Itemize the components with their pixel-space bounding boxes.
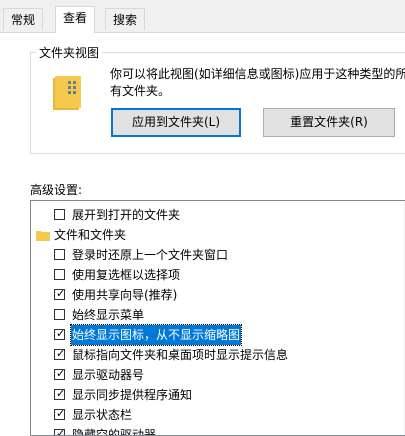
checkmark-icon: ✓ bbox=[56, 287, 66, 300]
folder-icon bbox=[53, 76, 81, 110]
folder-icon bbox=[36, 231, 50, 241]
checkmark-icon: ✓ bbox=[56, 407, 66, 420]
list-item[interactable]: 使用复选框以选择项 bbox=[31, 265, 403, 285]
checkmark-icon: ✓ bbox=[56, 427, 66, 436]
list-item-folder: 文件和文件夹 bbox=[31, 225, 403, 245]
list-item[interactable]: ✓ 显示同步提供程序通知 bbox=[31, 385, 403, 405]
checkmark-icon: ✓ bbox=[56, 367, 66, 380]
reset-folders-button[interactable]: 重置文件夹(R) bbox=[263, 108, 395, 137]
checkbox-checked[interactable]: ✓ bbox=[54, 407, 66, 420]
folder-views-title: 文件夹视图 bbox=[36, 44, 103, 61]
checkbox[interactable] bbox=[54, 249, 65, 260]
folder-views-description: 你可以将此视图(如详细信息或图标)应用于这种类型的所 有文件夹。 bbox=[110, 67, 405, 98]
list-item[interactable]: 登录时还原上一个文件夹窗口 bbox=[31, 245, 403, 265]
checkbox-checked[interactable]: ✓ bbox=[54, 367, 66, 380]
checkbox[interactable] bbox=[54, 209, 65, 220]
checkmark-icon: ✓ bbox=[56, 347, 66, 360]
checkbox[interactable] bbox=[54, 309, 65, 320]
apply-to-folders-button[interactable]: 应用到文件夹(L) bbox=[111, 108, 241, 137]
list-item[interactable]: ✓ 鼠标指向文件夹和桌面项时显示提示信息 bbox=[31, 345, 403, 365]
checkbox-checked[interactable]: ✓ bbox=[54, 347, 66, 360]
advanced-settings-label: 高级设置: bbox=[30, 183, 83, 197]
checkmark-icon: ✓ bbox=[56, 387, 66, 400]
list-item[interactable]: 展开到打开的文件夹 bbox=[31, 205, 403, 225]
checkbox[interactable] bbox=[54, 269, 65, 280]
checkbox-checked[interactable]: ✓ bbox=[54, 427, 66, 436]
list-item[interactable]: ✓ 使用共享向导(推荐) bbox=[31, 285, 403, 305]
checkbox-checked[interactable]: ✓ bbox=[54, 327, 66, 340]
list-item[interactable]: ✓ 显示驱动器号 bbox=[31, 365, 403, 385]
list-item[interactable]: ✓ 隐藏空的驱动器 bbox=[31, 425, 403, 436]
checkbox-checked[interactable]: ✓ bbox=[54, 387, 66, 400]
tab-search[interactable]: 搜索 bbox=[105, 8, 146, 30]
list-item[interactable]: ✓ 显示状态栏 bbox=[31, 405, 403, 425]
list-item[interactable]: 始终显示菜单 bbox=[31, 305, 403, 325]
checkmark-icon: ✓ bbox=[56, 327, 66, 340]
tab-general[interactable]: 常规 bbox=[3, 8, 44, 30]
advanced-settings-list[interactable]: 展开到打开的文件夹 文件和文件夹 登录时还原上一个文件夹窗口 使用复选框以选择项… bbox=[30, 200, 405, 436]
tab-view[interactable]: 查看 bbox=[55, 6, 96, 33]
tab-bar: 常规 查看 搜索 bbox=[0, 0, 405, 34]
checkbox-checked[interactable]: ✓ bbox=[54, 287, 66, 300]
list-item-selected[interactable]: ✓ 始终显示图标，从不显示缩略图 bbox=[31, 324, 403, 346]
